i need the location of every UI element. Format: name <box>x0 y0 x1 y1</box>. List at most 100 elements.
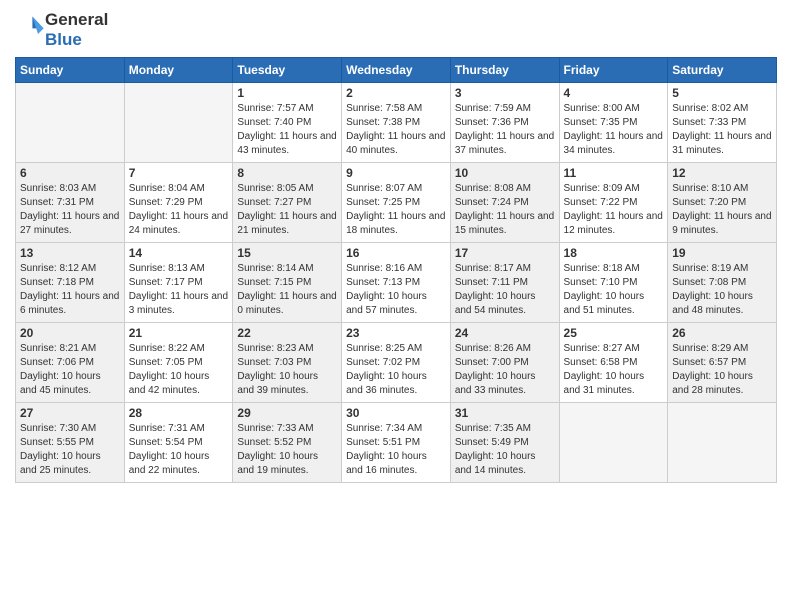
calendar-cell: 11 Sunrise: 8:09 AM Sunset: 7:22 PM Dayli… <box>559 163 668 243</box>
calendar-cell: 5 Sunrise: 8:02 AM Sunset: 7:33 PM Daylig… <box>668 83 777 163</box>
calendar-cell: 29 Sunrise: 7:33 AM Sunset: 5:52 PM Dayli… <box>233 403 342 483</box>
header-thursday: Thursday <box>450 58 559 83</box>
calendar-cell <box>668 403 777 483</box>
calendar-cell: 3 Sunrise: 7:59 AM Sunset: 7:36 PM Daylig… <box>450 83 559 163</box>
calendar-cell: 7 Sunrise: 8:04 AM Sunset: 7:29 PM Daylig… <box>124 163 233 243</box>
day-info: Sunrise: 8:05 AM Sunset: 7:27 PM Dayligh… <box>237 182 337 238</box>
day-info: Sunrise: 7:57 AM Sunset: 7:40 PM Dayligh… <box>237 102 337 158</box>
calendar-week-row: 13 Sunrise: 8:12 AM Sunset: 7:18 PM Dayli… <box>16 243 777 323</box>
day-number: 8 <box>237 166 337 180</box>
day-info: Sunrise: 8:16 AM Sunset: 7:13 PM Dayligh… <box>346 262 446 318</box>
calendar-cell: 16Sunrise: 8:16 AM Sunset: 7:13 PM Dayli… <box>342 243 451 323</box>
calendar-cell: 26 Sunrise: 8:29 AM Sunset: 6:57 PM Dayli… <box>668 323 777 403</box>
day-info: Sunrise: 8:29 AM Sunset: 6:57 PM Dayligh… <box>672 342 772 398</box>
calendar-cell: 1 Sunrise: 7:57 AM Sunset: 7:40 PM Daylig… <box>233 83 342 163</box>
header-wednesday: Wednesday <box>342 58 451 83</box>
calendar-cell: 17 Sunrise: 8:17 AM Sunset: 7:11 PM Dayli… <box>450 243 559 323</box>
day-number: 17 <box>455 246 555 260</box>
day-info: Sunrise: 8:25 AM Sunset: 7:02 PM Dayligh… <box>346 342 446 398</box>
day-info: Sunrise: 8:04 AM Sunset: 7:29 PM Dayligh… <box>129 182 229 238</box>
header-tuesday: Tuesday <box>233 58 342 83</box>
day-info: Sunrise: 8:12 AM Sunset: 7:18 PM Dayligh… <box>20 262 120 318</box>
day-info: Sunrise: 8:27 AM Sunset: 6:58 PM Dayligh… <box>564 342 664 398</box>
day-info: Sunrise: 8:02 AM Sunset: 7:33 PM Dayligh… <box>672 102 772 158</box>
calendar-cell: 20Sunrise: 8:21 AM Sunset: 7:06 PM Dayli… <box>16 323 125 403</box>
logo-general: General <box>45 10 108 30</box>
day-number: 27 <box>20 406 120 420</box>
day-number: 13 <box>20 246 120 260</box>
calendar-cell: 12 Sunrise: 8:10 AM Sunset: 7:20 PM Dayli… <box>668 163 777 243</box>
calendar-header-row: SundayMondayTuesdayWednesdayThursdayFrid… <box>16 58 777 83</box>
day-number: 30 <box>346 406 446 420</box>
logo: General Blue <box>15 10 108 49</box>
page-header: General Blue <box>15 10 777 49</box>
day-info: Sunrise: 8:00 AM Sunset: 7:35 PM Dayligh… <box>564 102 664 158</box>
calendar-table: SundayMondayTuesdayWednesdayThursdayFrid… <box>15 57 777 483</box>
calendar-week-row: 6 Sunrise: 8:03 AM Sunset: 7:31 PM Daylig… <box>16 163 777 243</box>
calendar-cell: 28Sunrise: 7:31 AM Sunset: 5:54 PM Dayli… <box>124 403 233 483</box>
day-info: Sunrise: 7:34 AM Sunset: 5:51 PM Dayligh… <box>346 422 446 478</box>
day-number: 15 <box>237 246 337 260</box>
calendar-week-row: 20Sunrise: 8:21 AM Sunset: 7:06 PM Dayli… <box>16 323 777 403</box>
logo-blue: Blue <box>45 30 108 50</box>
calendar-cell: 23 Sunrise: 8:25 AM Sunset: 7:02 PM Dayli… <box>342 323 451 403</box>
day-info: Sunrise: 8:03 AM Sunset: 7:31 PM Dayligh… <box>20 182 120 238</box>
day-number: 10 <box>455 166 555 180</box>
day-info: Sunrise: 8:09 AM Sunset: 7:22 PM Dayligh… <box>564 182 664 238</box>
day-info: Sunrise: 7:33 AM Sunset: 5:52 PM Dayligh… <box>237 422 337 478</box>
calendar-week-row: 1 Sunrise: 7:57 AM Sunset: 7:40 PM Daylig… <box>16 83 777 163</box>
day-number: 11 <box>564 166 664 180</box>
header-sunday: Sunday <box>16 58 125 83</box>
header-saturday: Saturday <box>668 58 777 83</box>
calendar-cell: 27Sunrise: 7:30 AM Sunset: 5:55 PM Dayli… <box>16 403 125 483</box>
calendar-cell: 4 Sunrise: 8:00 AM Sunset: 7:35 PM Daylig… <box>559 83 668 163</box>
logo-icon <box>17 13 45 41</box>
day-info: Sunrise: 7:31 AM Sunset: 5:54 PM Dayligh… <box>129 422 229 478</box>
day-number: 19 <box>672 246 772 260</box>
calendar-cell: 25 Sunrise: 8:27 AM Sunset: 6:58 PM Dayli… <box>559 323 668 403</box>
day-number: 23 <box>346 326 446 340</box>
day-number: 18 <box>564 246 664 260</box>
day-number: 12 <box>672 166 772 180</box>
day-info: Sunrise: 8:22 AM Sunset: 7:05 PM Dayligh… <box>129 342 229 398</box>
day-info: Sunrise: 8:10 AM Sunset: 7:20 PM Dayligh… <box>672 182 772 238</box>
calendar-cell: 24 Sunrise: 8:26 AM Sunset: 7:00 PM Dayli… <box>450 323 559 403</box>
calendar-cell: 2Sunrise: 7:58 AM Sunset: 7:38 PM Daylig… <box>342 83 451 163</box>
day-number: 4 <box>564 86 664 100</box>
calendar-cell: 30 Sunrise: 7:34 AM Sunset: 5:51 PM Dayli… <box>342 403 451 483</box>
day-info: Sunrise: 8:17 AM Sunset: 7:11 PM Dayligh… <box>455 262 555 318</box>
day-info: Sunrise: 8:08 AM Sunset: 7:24 PM Dayligh… <box>455 182 555 238</box>
calendar-cell: 8 Sunrise: 8:05 AM Sunset: 7:27 PM Daylig… <box>233 163 342 243</box>
calendar-cell: 31Sunrise: 7:35 AM Sunset: 5:49 PM Dayli… <box>450 403 559 483</box>
day-number: 14 <box>129 246 229 260</box>
day-number: 29 <box>237 406 337 420</box>
day-number: 22 <box>237 326 337 340</box>
day-number: 26 <box>672 326 772 340</box>
header-friday: Friday <box>559 58 668 83</box>
day-info: Sunrise: 8:14 AM Sunset: 7:15 PM Dayligh… <box>237 262 337 318</box>
day-number: 3 <box>455 86 555 100</box>
calendar-cell: 9Sunrise: 8:07 AM Sunset: 7:25 PM Daylig… <box>342 163 451 243</box>
day-number: 1 <box>237 86 337 100</box>
day-number: 6 <box>20 166 120 180</box>
calendar-cell: 14 Sunrise: 8:13 AM Sunset: 7:17 PM Dayli… <box>124 243 233 323</box>
day-info: Sunrise: 8:23 AM Sunset: 7:03 PM Dayligh… <box>237 342 337 398</box>
calendar-cell: 22 Sunrise: 8:23 AM Sunset: 7:03 PM Dayli… <box>233 323 342 403</box>
day-info: Sunrise: 7:58 AM Sunset: 7:38 PM Dayligh… <box>346 102 446 158</box>
day-number: 25 <box>564 326 664 340</box>
day-number: 7 <box>129 166 229 180</box>
day-info: Sunrise: 8:19 AM Sunset: 7:08 PM Dayligh… <box>672 262 772 318</box>
day-info: Sunrise: 8:26 AM Sunset: 7:00 PM Dayligh… <box>455 342 555 398</box>
day-number: 5 <box>672 86 772 100</box>
day-info: Sunrise: 7:35 AM Sunset: 5:49 PM Dayligh… <box>455 422 555 478</box>
day-number: 20 <box>20 326 120 340</box>
day-info: Sunrise: 8:13 AM Sunset: 7:17 PM Dayligh… <box>129 262 229 318</box>
day-info: Sunrise: 7:59 AM Sunset: 7:36 PM Dayligh… <box>455 102 555 158</box>
day-number: 24 <box>455 326 555 340</box>
day-number: 21 <box>129 326 229 340</box>
calendar-week-row: 27Sunrise: 7:30 AM Sunset: 5:55 PM Dayli… <box>16 403 777 483</box>
calendar-cell: 19 Sunrise: 8:19 AM Sunset: 7:08 PM Dayli… <box>668 243 777 323</box>
calendar-cell <box>16 83 125 163</box>
calendar-cell: 6 Sunrise: 8:03 AM Sunset: 7:31 PM Daylig… <box>16 163 125 243</box>
calendar-cell: 10 Sunrise: 8:08 AM Sunset: 7:24 PM Dayli… <box>450 163 559 243</box>
